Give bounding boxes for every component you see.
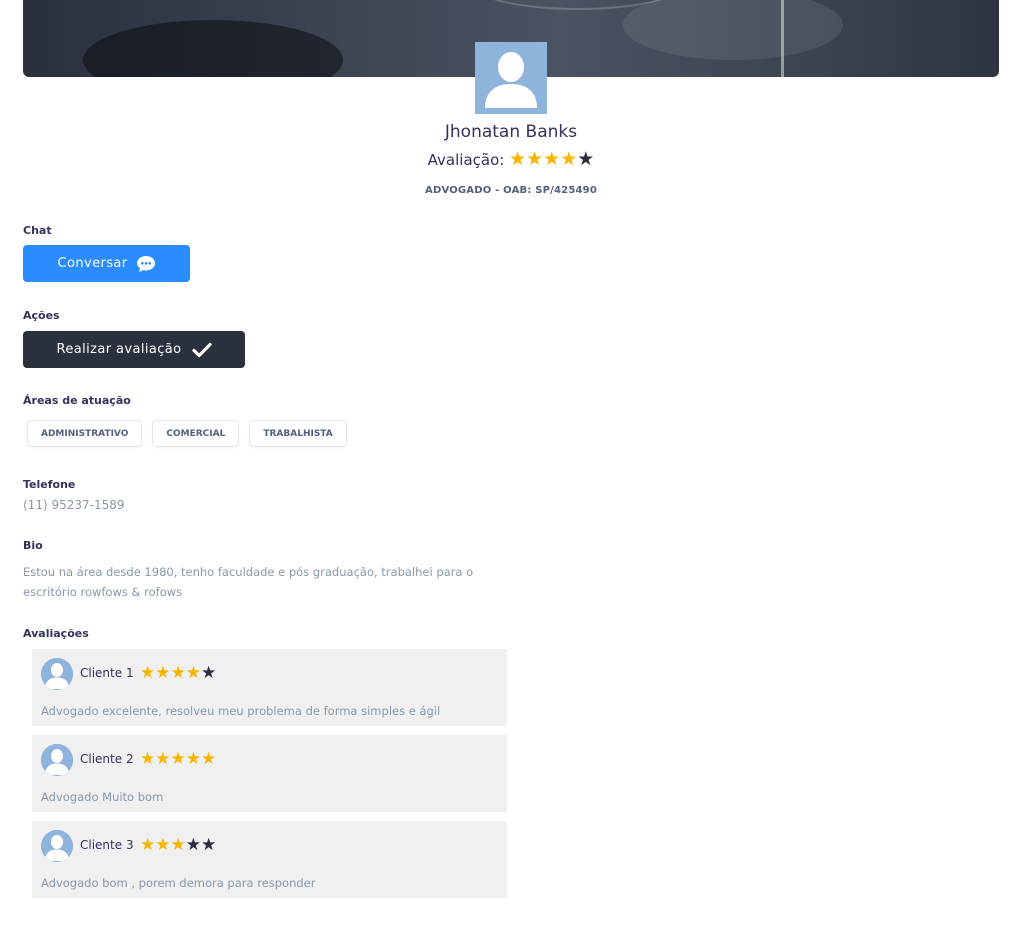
star-filled-icon: ★ bbox=[140, 663, 156, 683]
star-filled-icon: ★ bbox=[526, 148, 544, 170]
star-filled-icon: ★ bbox=[543, 148, 561, 170]
star-filled-icon: ★ bbox=[155, 835, 171, 855]
reviewer-name: Cliente 1 bbox=[80, 666, 134, 680]
rating-label: Avaliação: bbox=[427, 151, 505, 169]
review-stars: ★★★★★ bbox=[140, 835, 216, 855]
review-text: Advogado bom , porem demora para respond… bbox=[41, 876, 316, 890]
profile-name: Jhonatan Banks bbox=[444, 122, 578, 142]
user-placeholder-icon bbox=[41, 744, 73, 776]
section-label-bio: Bio bbox=[23, 539, 43, 552]
star-empty-icon: ★ bbox=[201, 663, 217, 683]
star-empty-icon: ★ bbox=[201, 835, 217, 855]
star-empty-icon: ★ bbox=[185, 835, 201, 855]
area-chip: COMERCIAL bbox=[152, 420, 240, 447]
section-label-areas: Áreas de atuação bbox=[23, 394, 131, 407]
user-placeholder-icon bbox=[475, 42, 547, 114]
star-filled-icon: ★ bbox=[560, 148, 578, 170]
star-filled-icon: ★ bbox=[509, 148, 527, 170]
profile-subtitle: ADVOGADO - OAB: SP/425490 bbox=[425, 185, 597, 196]
area-chip: TRABALHISTA bbox=[249, 420, 347, 447]
cover-shade bbox=[83, 20, 343, 77]
star-filled-icon: ★ bbox=[140, 835, 156, 855]
reviewer-avatar bbox=[41, 744, 73, 776]
section-label-actions: Ações bbox=[23, 309, 60, 322]
profile-avatar bbox=[475, 42, 547, 114]
profile-rating: Avaliação: ★★★★★ bbox=[0, 148, 1022, 170]
star-filled-icon: ★ bbox=[185, 663, 201, 683]
star-empty-icon: ★ bbox=[577, 148, 595, 170]
rate-button[interactable]: Realizar avaliação bbox=[23, 331, 245, 368]
section-label-reviews: Avaliações bbox=[23, 627, 89, 640]
review-stars: ★★★★★ bbox=[140, 749, 216, 769]
user-placeholder-icon bbox=[41, 658, 73, 690]
section-label-chat: Chat bbox=[23, 224, 52, 237]
reviewer-name: Cliente 3 bbox=[80, 838, 134, 852]
reviewer-avatar bbox=[41, 658, 73, 690]
star-filled-icon: ★ bbox=[201, 749, 217, 769]
cover-scale-stand bbox=[781, 0, 784, 77]
review-stars: ★★★★★ bbox=[140, 663, 216, 683]
review-card: Cliente 1 ★★★★★ Advogado excelente, reso… bbox=[32, 649, 507, 726]
bio-text: Estou na área desde 1980, tenho faculdad… bbox=[23, 565, 474, 599]
review-text: Advogado Muito bom bbox=[41, 790, 164, 804]
star-filled-icon: ★ bbox=[140, 749, 156, 769]
star-filled-icon: ★ bbox=[170, 663, 186, 683]
chat-bubble-icon bbox=[136, 255, 155, 272]
chat-button-label: Conversar bbox=[57, 256, 128, 271]
star-filled-icon: ★ bbox=[185, 749, 201, 769]
area-chip: ADMINISTRATIVO bbox=[27, 420, 143, 447]
review-card: Cliente 2 ★★★★★ Advogado Muito bom bbox=[32, 735, 507, 812]
phone-value: (11) 95237-1589 bbox=[23, 498, 125, 512]
rating-stars: ★★★★★ bbox=[509, 148, 595, 170]
review-text: Advogado excelente, resolveu meu problem… bbox=[41, 704, 441, 718]
star-filled-icon: ★ bbox=[155, 663, 171, 683]
review-card: Cliente 3 ★★★★★ Advogado bom , porem dem… bbox=[32, 821, 507, 898]
star-filled-icon: ★ bbox=[155, 749, 171, 769]
check-icon bbox=[191, 342, 212, 357]
rate-button-label: Realizar avaliação bbox=[56, 342, 182, 357]
star-filled-icon: ★ bbox=[170, 749, 186, 769]
area-chips: ADMINISTRATIVO COMERCIAL TRABALHISTA bbox=[27, 420, 347, 447]
section-label-phone: Telefone bbox=[23, 478, 76, 491]
user-placeholder-icon bbox=[41, 830, 73, 862]
cover-highlight bbox=[623, 0, 843, 60]
chat-button[interactable]: Conversar bbox=[23, 245, 190, 282]
star-filled-icon: ★ bbox=[170, 835, 186, 855]
reviewer-name: Cliente 2 bbox=[80, 752, 134, 766]
reviewer-avatar bbox=[41, 830, 73, 862]
